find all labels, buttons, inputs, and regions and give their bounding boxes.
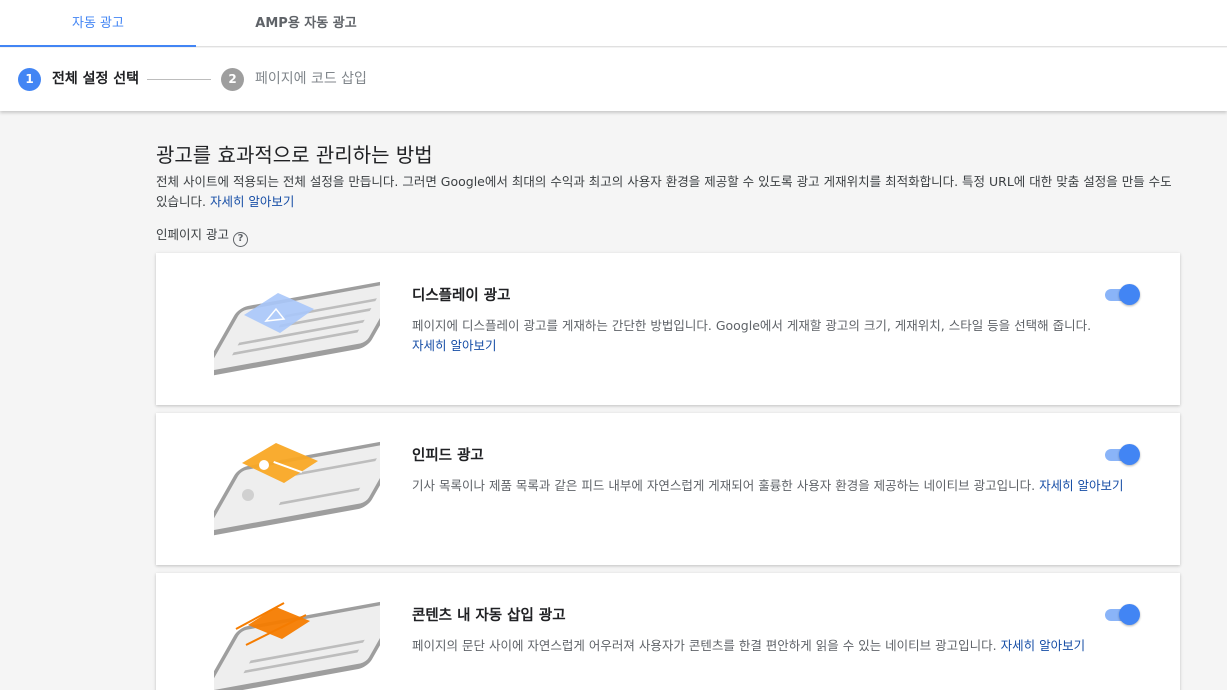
in-article-ads-toggle[interactable] (1103, 603, 1141, 625)
step-1-indicator: 1 (18, 68, 41, 91)
tab-bar: 자동 광고 AMP용 자동 광고 (0, 0, 1227, 47)
help-icon[interactable]: ? (232, 232, 248, 247)
card-learn-more-link[interactable]: 자세히 알아보기 (1001, 638, 1085, 653)
learn-more-link[interactable]: 자세히 알아보기 (210, 194, 294, 209)
toggle-knob (1119, 444, 1140, 465)
step-2-indicator: 2 (221, 68, 244, 91)
toggle-knob (1119, 284, 1140, 305)
tab-auto-ads[interactable]: 자동 광고 (0, 0, 196, 47)
card-title: 디스플레이 광고 (412, 288, 511, 304)
toggle-knob (1119, 604, 1140, 625)
step-connector (147, 79, 211, 80)
in-feed-ads-card: 인피드 광고 기사 목록이나 제품 목록과 같은 피드 내부에 자연스럽게 게재… (156, 413, 1180, 565)
card-description: 페이지의 문단 사이에 자연스럽게 어우러져 사용자가 콘텐츠를 한결 편안하게… (412, 636, 1147, 656)
tab-amp-auto-ads[interactable]: AMP용 자동 광고 (214, 0, 398, 47)
card-title: 콘텐츠 내 자동 삽입 광고 (412, 608, 566, 624)
card-description-text: 페이지의 문단 사이에 자연스럽게 어우러져 사용자가 콘텐츠를 한결 편안하게… (412, 638, 1001, 653)
description-text: 전체 사이트에 적용되는 전체 설정을 만듭니다. 그러면 Google에서 최… (156, 174, 1172, 209)
display-ads-toggle[interactable] (1103, 283, 1141, 305)
card-description: 페이지에 디스플레이 광고를 게재하는 간단한 방법입니다. Google에서 … (412, 316, 1147, 356)
section-label-text: 인페이지 광고 (156, 227, 229, 242)
step-1-label[interactable]: 전체 설정 선택 (52, 70, 139, 88)
in-feed-ads-illustration-icon (214, 438, 380, 537)
display-ads-card: 디스플레이 광고 페이지에 디스플레이 광고를 게재하는 간단한 방법입니다. … (156, 253, 1180, 405)
step-2-label[interactable]: 페이지에 코드 삽입 (255, 70, 367, 88)
card-description-text: 기사 목록이나 제품 목록과 같은 피드 내부에 자연스럽게 게재되어 훌륭한 … (412, 478, 1040, 493)
in-feed-ads-toggle[interactable] (1103, 443, 1141, 465)
card-description-text: 페이지에 디스플레이 광고를 게재하는 간단한 방법입니다. Google에서 … (412, 318, 1092, 333)
card-title: 인피드 광고 (412, 448, 484, 464)
in-article-ads-card: 콘텐츠 내 자동 삽입 광고 페이지의 문단 사이에 자연스럽게 어우러져 사용… (156, 573, 1180, 690)
in-article-ads-illustration-icon (214, 598, 380, 690)
stepper: 1 전체 설정 선택 2 페이지에 코드 삽입 (0, 48, 1227, 111)
card-learn-more-link[interactable]: 자세히 알아보기 (412, 338, 496, 353)
card-learn-more-link[interactable]: 자세히 알아보기 (1039, 478, 1123, 493)
page-description: 전체 사이트에 적용되는 전체 설정을 만듭니다. 그러면 Google에서 최… (156, 172, 1186, 212)
card-description: 기사 목록이나 제품 목록과 같은 피드 내부에 자연스럽게 게재되어 훌륭한 … (412, 476, 1147, 496)
page-title: 광고를 효과적으로 관리하는 방법 (156, 143, 433, 167)
display-ads-illustration-icon (214, 278, 380, 377)
section-label: 인페이지 광고? (156, 226, 248, 247)
